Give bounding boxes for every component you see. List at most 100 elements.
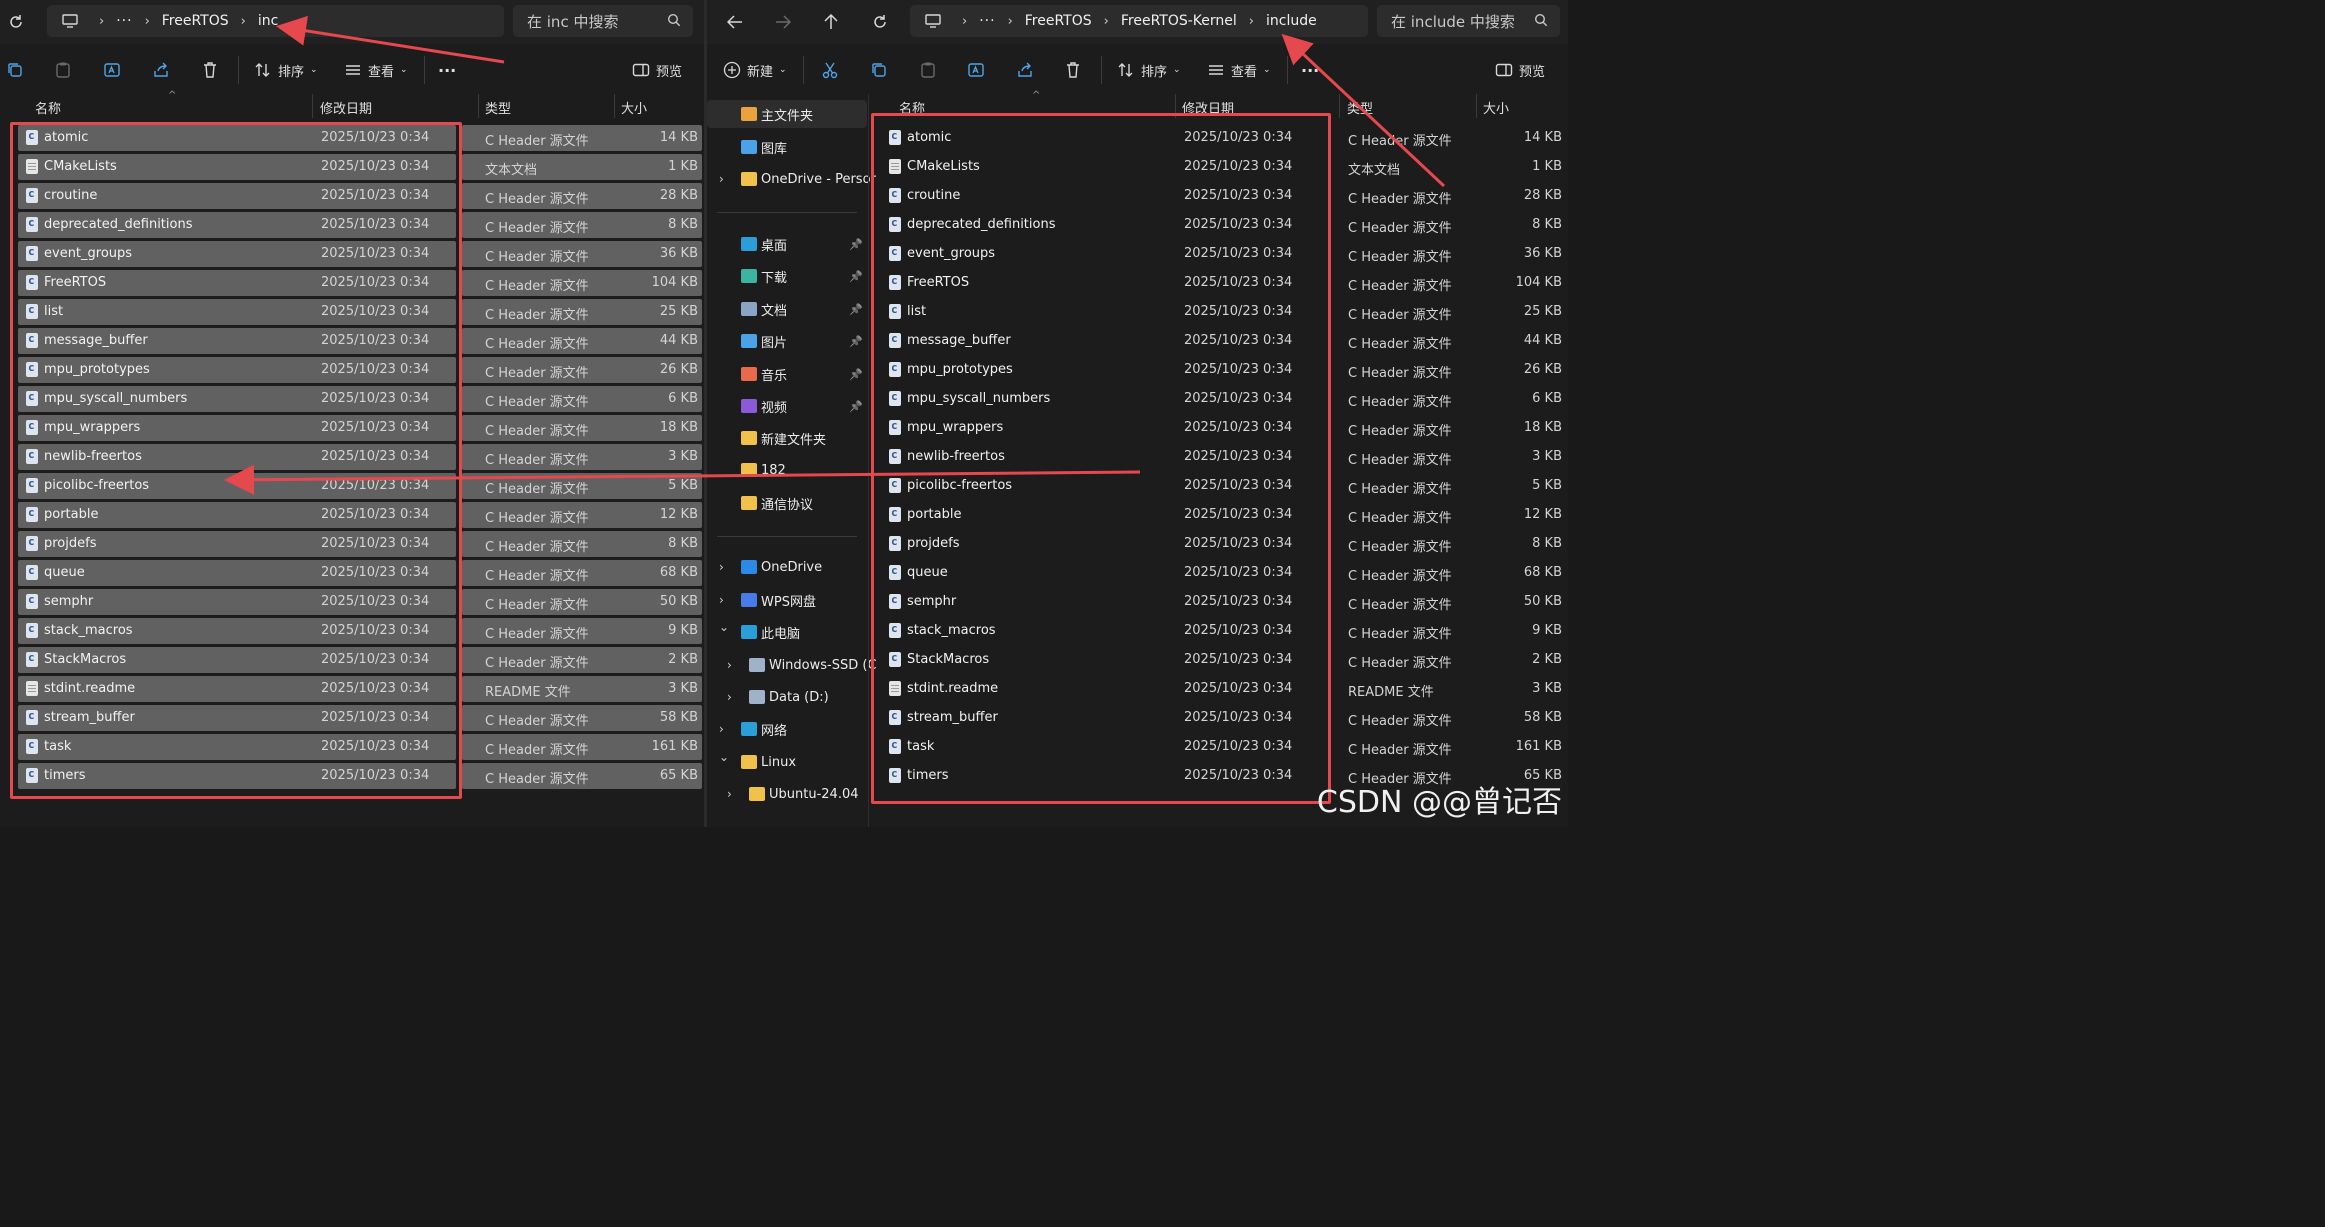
file-row[interactable]: stack_macros 2025/10/23 0:34 C Header 源文件 9… bbox=[0, 618, 704, 645]
file-row[interactable]: projdefs 2025/10/23 0:34 C Header 源文件 8 KB bbox=[0, 531, 704, 558]
nav-item[interactable]: 通信协议 bbox=[707, 489, 867, 517]
up-arrow-icon[interactable] bbox=[817, 8, 845, 36]
breadcrumb-include[interactable]: include bbox=[1266, 13, 1317, 29]
column-type[interactable]: 类型 bbox=[485, 98, 511, 117]
file-row[interactable]: portable 2025/10/23 0:34 C Header 源文件 12 KB bbox=[869, 502, 1568, 529]
file-row[interactable]: stdint.readme 2025/10/23 0:34 README 文件 3 K… bbox=[0, 676, 704, 703]
file-row[interactable]: croutine 2025/10/23 0:34 C Header 源文件 28 KB bbox=[869, 183, 1568, 210]
refresh-icon[interactable] bbox=[2, 8, 30, 36]
rename-icon[interactable] bbox=[967, 56, 985, 84]
pin-icon[interactable]: 📌 bbox=[849, 303, 863, 316]
file-row[interactable]: task 2025/10/23 0:34 C Header 源文件 161 KB bbox=[869, 734, 1568, 761]
copy-icon[interactable] bbox=[6, 56, 24, 84]
breadcrumb-inc[interactable]: inc bbox=[258, 13, 278, 29]
file-row[interactable]: projdefs 2025/10/23 0:34 C Header 源文件 8 KB bbox=[869, 531, 1568, 558]
breadcrumb-freertos[interactable]: FreeRTOS bbox=[1025, 13, 1092, 29]
column-divider[interactable] bbox=[614, 94, 615, 118]
file-row[interactable]: deprecated_definitions 2025/10/23 0:34 C H… bbox=[869, 212, 1568, 239]
column-divider[interactable] bbox=[1175, 94, 1176, 118]
file-row[interactable]: stream_buffer 2025/10/23 0:34 C Header 源文件… bbox=[0, 705, 704, 732]
copy-icon[interactable] bbox=[870, 56, 888, 84]
file-row[interactable]: event_groups 2025/10/23 0:34 C Header 源文件 3… bbox=[0, 241, 704, 268]
file-row[interactable]: picolibc-freertos 2025/10/23 0:34 C Header… bbox=[0, 473, 704, 500]
breadcrumb-overflow[interactable]: ··· bbox=[979, 13, 995, 29]
chevron-down-icon[interactable]: ⌄ bbox=[719, 750, 729, 764]
file-row[interactable]: StackMacros 2025/10/23 0:34 C Header 源文件 2 … bbox=[0, 647, 704, 674]
delete-icon[interactable] bbox=[1064, 56, 1082, 84]
file-row[interactable]: stdint.readme 2025/10/23 0:34 README 文件 3 K… bbox=[869, 676, 1568, 703]
preview-button[interactable]: 预览 bbox=[1495, 56, 1545, 84]
nav-item[interactable]: 图库 bbox=[707, 133, 867, 161]
refresh-icon[interactable] bbox=[866, 8, 894, 36]
nav-item[interactable]: › 网络 bbox=[707, 715, 867, 743]
forward-arrow-icon[interactable] bbox=[769, 8, 797, 36]
pin-icon[interactable]: 📌 bbox=[849, 238, 863, 251]
nav-item[interactable]: ⌄ Linux bbox=[707, 748, 867, 776]
chevron-down-icon[interactable]: ⌄ bbox=[719, 620, 729, 634]
file-row[interactable]: queue 2025/10/23 0:34 C Header 源文件 68 KB bbox=[0, 560, 704, 587]
file-row[interactable]: mpu_wrappers 2025/10/23 0:34 C Header 源文件 1… bbox=[869, 415, 1568, 442]
left-search-box[interactable]: 在 inc 中搜索 bbox=[513, 5, 693, 37]
new-button[interactable]: 新建 ⌄ bbox=[723, 56, 787, 84]
file-row[interactable]: CMakeLists 2025/10/23 0:34 文本文档 1 KB bbox=[0, 154, 704, 181]
breadcrumb-freertos-kernel[interactable]: FreeRTOS-Kernel bbox=[1121, 13, 1237, 29]
column-size[interactable]: 大小 bbox=[621, 98, 647, 117]
more-options-button[interactable]: ··· bbox=[1301, 56, 1319, 84]
file-row[interactable]: list 2025/10/23 0:34 C Header 源文件 25 KB bbox=[869, 299, 1568, 326]
file-row[interactable]: stack_macros 2025/10/23 0:34 C Header 源文件 9… bbox=[869, 618, 1568, 645]
nav-item[interactable]: › OneDrive bbox=[707, 553, 867, 581]
nav-item[interactable]: › Windows-SSD (C bbox=[707, 651, 877, 679]
nav-item[interactable]: ⌄ 此电脑 bbox=[707, 618, 867, 646]
file-row[interactable]: timers 2025/10/23 0:34 C Header 源文件 65 KB bbox=[0, 763, 704, 790]
column-divider[interactable] bbox=[478, 94, 479, 118]
file-row[interactable]: newlib-freertos 2025/10/23 0:34 C Header 源… bbox=[0, 444, 704, 471]
back-arrow-icon[interactable] bbox=[721, 8, 749, 36]
file-row[interactable]: picolibc-freertos 2025/10/23 0:34 C Header… bbox=[869, 473, 1568, 500]
pin-icon[interactable]: 📌 bbox=[849, 270, 863, 283]
nav-item[interactable]: 新建文件夹 bbox=[707, 424, 867, 452]
column-size[interactable]: 大小 bbox=[1483, 98, 1509, 117]
file-row[interactable]: semphr 2025/10/23 0:34 C Header 源文件 50 KB bbox=[0, 589, 704, 616]
pin-icon[interactable]: 📌 bbox=[849, 368, 863, 381]
file-row[interactable]: croutine 2025/10/23 0:34 C Header 源文件 28 KB bbox=[0, 183, 704, 210]
chevron-right-icon[interactable]: › bbox=[727, 787, 732, 801]
sort-button[interactable]: 排序 ⌄ bbox=[1117, 56, 1181, 84]
nav-item[interactable]: 文档 📌 bbox=[707, 295, 867, 323]
file-row[interactable]: newlib-freertos 2025/10/23 0:34 C Header 源… bbox=[869, 444, 1568, 471]
file-row[interactable]: mpu_prototypes 2025/10/23 0:34 C Header 源文… bbox=[869, 357, 1568, 384]
preview-button[interactable]: 预览 bbox=[632, 56, 682, 84]
file-row[interactable]: task 2025/10/23 0:34 C Header 源文件 161 KB bbox=[0, 734, 704, 761]
nav-item[interactable]: 音乐 📌 bbox=[707, 360, 867, 388]
file-row[interactable]: list 2025/10/23 0:34 C Header 源文件 25 KB bbox=[0, 299, 704, 326]
right-address-bar[interactable]: › ··· › FreeRTOS › FreeRTOS-Kernel › inc… bbox=[910, 5, 1368, 37]
file-row[interactable]: StackMacros 2025/10/23 0:34 C Header 源文件 2 … bbox=[869, 647, 1568, 674]
nav-item[interactable]: › Data (D:) bbox=[707, 683, 867, 711]
sort-button[interactable]: 排序 ⌄ bbox=[254, 56, 318, 84]
chevron-right-icon[interactable]: › bbox=[727, 690, 732, 704]
file-row[interactable]: message_buffer 2025/10/23 0:34 C Header 源文… bbox=[869, 328, 1568, 355]
column-name[interactable]: 名称 bbox=[35, 98, 61, 117]
breadcrumb-freertos[interactable]: FreeRTOS bbox=[162, 13, 229, 29]
nav-item[interactable]: 182 bbox=[707, 456, 867, 484]
column-date[interactable]: 修改日期 bbox=[320, 98, 372, 117]
file-row[interactable]: atomic 2025/10/23 0:34 C Header 源文件 14 KB bbox=[869, 125, 1568, 152]
file-row[interactable]: event_groups 2025/10/23 0:34 C Header 源文件 3… bbox=[869, 241, 1568, 268]
pin-icon[interactable]: 📌 bbox=[849, 400, 863, 413]
file-row[interactable]: queue 2025/10/23 0:34 C Header 源文件 68 KB bbox=[869, 560, 1568, 587]
chevron-right-icon[interactable]: › bbox=[719, 593, 724, 607]
file-row[interactable]: deprecated_definitions 2025/10/23 0:34 C H… bbox=[0, 212, 704, 239]
nav-item[interactable]: › WPS网盘 bbox=[707, 586, 867, 614]
delete-icon[interactable] bbox=[201, 56, 219, 84]
view-button[interactable]: 查看 ⌄ bbox=[1207, 56, 1271, 84]
column-date[interactable]: 修改日期 bbox=[1182, 98, 1234, 117]
nav-item[interactable]: 下载 📌 bbox=[707, 262, 867, 290]
view-button[interactable]: 查看 ⌄ bbox=[344, 56, 408, 84]
chevron-right-icon[interactable]: › bbox=[719, 560, 724, 574]
file-row[interactable]: stream_buffer 2025/10/23 0:34 C Header 源文件… bbox=[869, 705, 1568, 732]
column-type[interactable]: 类型 bbox=[1347, 98, 1373, 117]
file-row[interactable]: semphr 2025/10/23 0:34 C Header 源文件 50 KB bbox=[869, 589, 1568, 616]
paste-icon[interactable] bbox=[54, 56, 72, 84]
chevron-right-icon[interactable]: › bbox=[727, 658, 732, 672]
more-options-button[interactable]: ··· bbox=[438, 56, 456, 84]
pin-icon[interactable]: 📌 bbox=[849, 335, 863, 348]
